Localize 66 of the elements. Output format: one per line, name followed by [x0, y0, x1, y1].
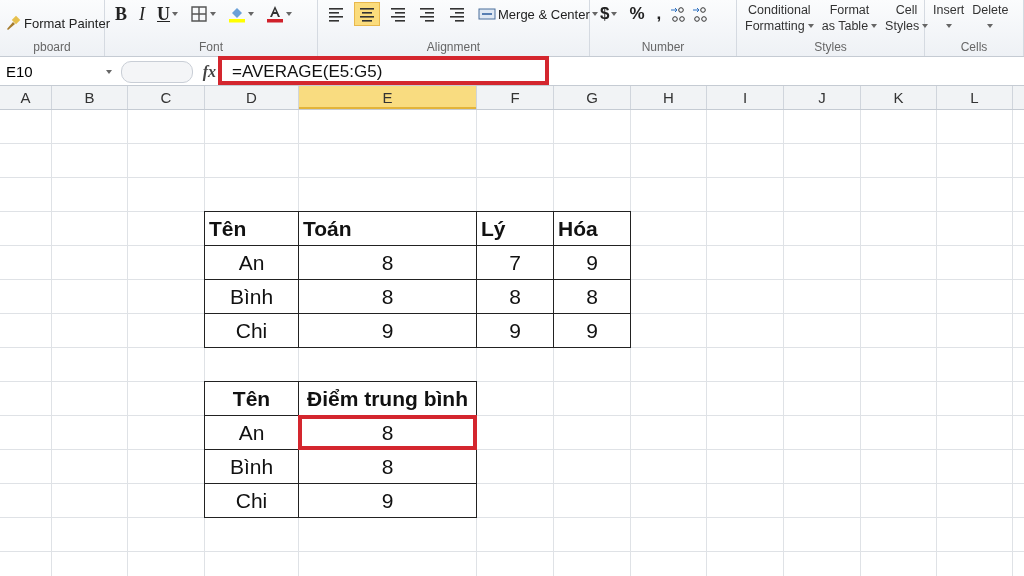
group-label: Styles [813, 40, 848, 56]
name-box[interactable]: E10 [0, 60, 118, 83]
format-painter-button[interactable]: Format Painter [0, 14, 114, 32]
column-header[interactable]: C [128, 86, 205, 109]
indent-icon [448, 5, 466, 23]
column-header[interactable]: J [784, 86, 861, 109]
indent-icon [418, 5, 436, 23]
group-label: Cells [959, 40, 989, 56]
column-header[interactable]: E [299, 86, 477, 109]
caret-icon [987, 24, 994, 28]
caret-icon [106, 69, 112, 74]
caret-icon [871, 24, 878, 28]
caret-icon [922, 24, 929, 28]
delete-button[interactable]: Delete [970, 2, 1011, 34]
group-label: Alignment [425, 40, 482, 56]
header-cell: Hóa [553, 211, 631, 246]
caret-icon [807, 24, 814, 28]
align-button[interactable] [354, 2, 380, 26]
insert-function-button[interactable]: fx [202, 62, 216, 81]
column-header[interactable]: I [707, 86, 784, 109]
header-cell: Tên [204, 381, 299, 416]
column-header[interactable]: H [631, 86, 707, 109]
caret-icon [611, 12, 618, 16]
italic-button[interactable]: I [135, 2, 149, 26]
cell-styles-button[interactable]: Cell Styles [883, 2, 931, 34]
group-label: Number [640, 40, 686, 56]
caret-icon [248, 12, 254, 16]
bold-button[interactable]: B [111, 2, 131, 26]
table-cell: Chi [204, 483, 299, 518]
caret-icon [591, 12, 598, 16]
font-color-icon [266, 5, 284, 23]
format-as-table-button[interactable]: Format as Table [819, 2, 880, 34]
increase-decimal-icon[interactable] [669, 6, 688, 24]
group-label: Font [198, 40, 224, 56]
borders-icon [190, 5, 208, 23]
align-left-icon [328, 5, 346, 23]
paint-bucket-icon [228, 5, 246, 23]
header-cell: Điểm trung bình [298, 381, 477, 416]
caret-icon [945, 24, 952, 28]
comma-button[interactable]: , [652, 2, 666, 26]
conditional-formatting-button[interactable]: Conditional Formatting [743, 2, 816, 34]
table-cell: 9 [298, 483, 477, 518]
align-right-icon [388, 5, 406, 23]
column-header[interactable]: K [861, 86, 937, 109]
underline-button[interactable]: U [153, 2, 182, 26]
caret-icon [210, 12, 216, 16]
insert-button[interactable]: Insert [931, 2, 967, 34]
caret-icon [172, 12, 178, 16]
column-header[interactable]: L [937, 86, 1013, 109]
table-cell: Chi [204, 313, 299, 348]
percent-button[interactable]: % [625, 2, 649, 26]
table-cell: 8 [298, 415, 477, 450]
table-cell: 9 [553, 313, 631, 348]
decrease-decimal-icon[interactable] [691, 6, 710, 24]
formula-field[interactable]: =AVERAGE(E5:G5) [224, 61, 1024, 82]
paintbrush-icon [4, 14, 22, 32]
column-header[interactable]: F [477, 86, 554, 109]
column-header[interactable]: A [0, 86, 52, 109]
group-label: pboard [32, 40, 72, 56]
merge-cells-icon [478, 5, 496, 23]
align-center-icon [358, 5, 376, 23]
caret-icon [286, 12, 292, 16]
header-cell: Tên [204, 211, 299, 246]
column-header[interactable]: G [554, 86, 631, 109]
column-header[interactable]: B [52, 86, 128, 109]
currency-button[interactable]: $ [596, 2, 622, 26]
